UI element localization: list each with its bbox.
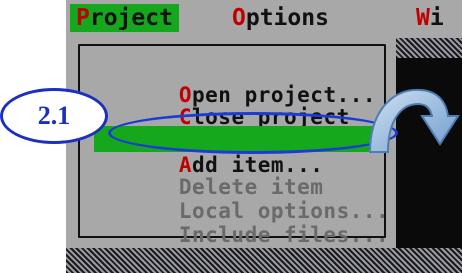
menu-bar: Project Options Wi — [66, 0, 462, 38]
menu-options[interactable]: Options — [232, 4, 329, 32]
highlight-ellipse — [108, 112, 398, 154]
menu-item-close-project[interactable]: Close project — [100, 78, 350, 129]
include-files-label: Include files... — [178, 223, 390, 247]
menu-project-hotkey: P — [76, 5, 90, 31]
menu-item-include-files: Include files... — [100, 196, 389, 247]
menu-options-hotkey: O — [232, 5, 246, 31]
menu-window[interactable]: Wi — [416, 4, 444, 32]
step-callout-label: 2.1 — [37, 101, 71, 130]
step-callout: 2.1 — [0, 88, 108, 144]
menu-project-label: roject — [89, 5, 173, 31]
menu-window-hotkey: W — [416, 5, 430, 31]
menu-project[interactable]: Project — [70, 4, 179, 32]
menu-item-local-options: Local options... — [100, 172, 389, 223]
menu-window-label: i — [429, 5, 444, 31]
desktop-pattern-right — [396, 38, 462, 58]
menu-options-label: ptions — [245, 5, 329, 31]
curved-arrow-icon — [368, 88, 460, 153]
